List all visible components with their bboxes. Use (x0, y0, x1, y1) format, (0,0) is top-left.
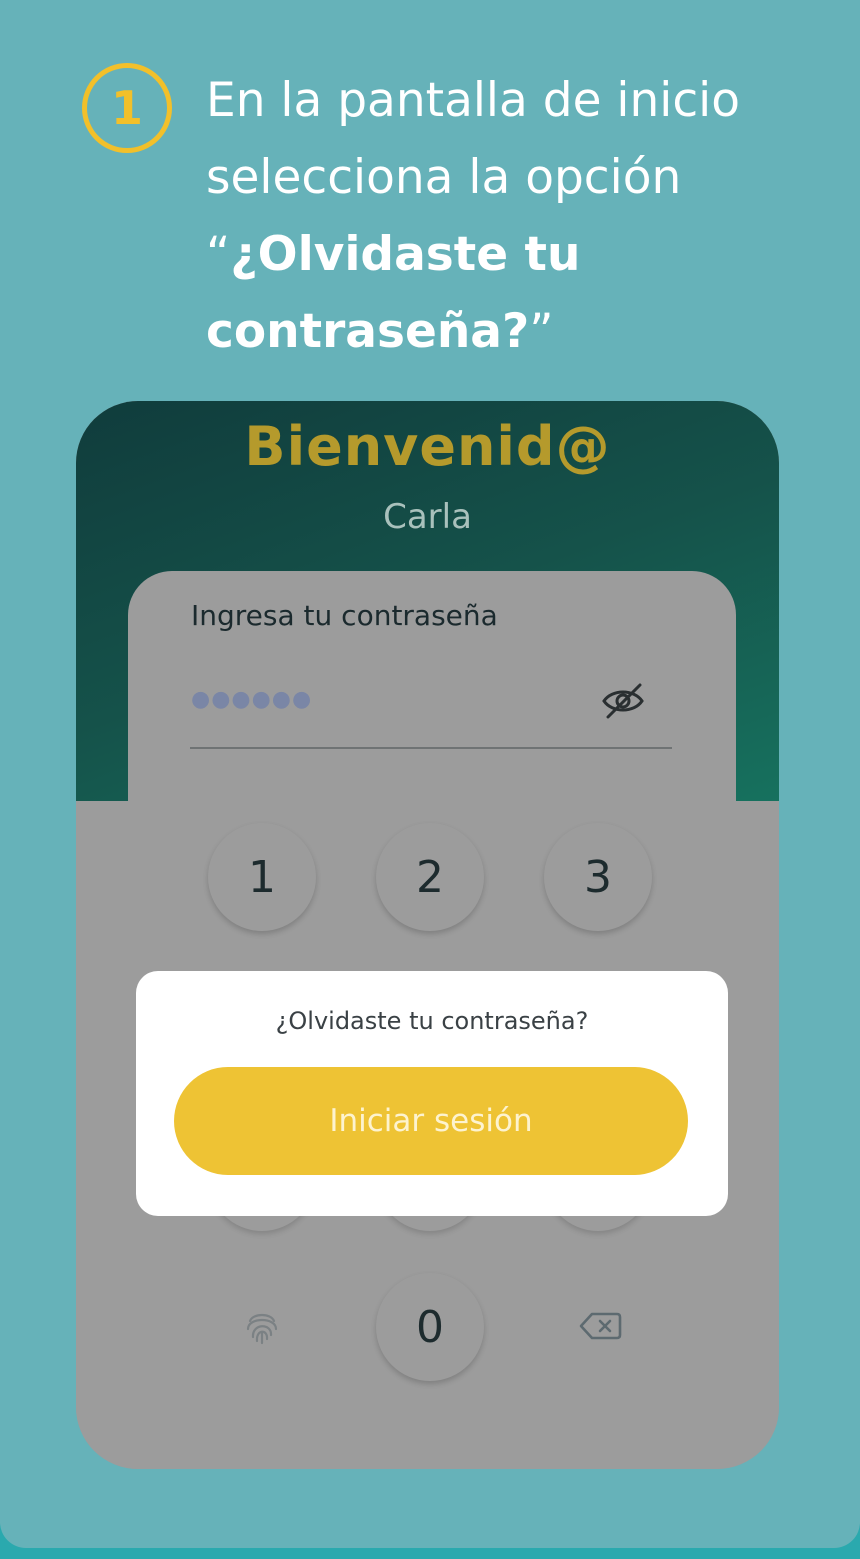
password-underline (190, 747, 672, 749)
step-number: 1 (110, 81, 143, 135)
instruction-text: En la pantalla de inicio selecciona la o… (206, 62, 826, 370)
key-1-label: 1 (248, 851, 276, 903)
password-label: Ingresa tu contraseña (191, 599, 498, 632)
login-button-label: Iniciar sesión (329, 1103, 533, 1139)
username: Carla (383, 497, 472, 537)
instruction-card: 1 En la pantalla de inicio selecciona la… (0, 0, 860, 1548)
fingerprint-icon[interactable] (242, 1307, 282, 1347)
instruction-text-bold: ¿Olvidaste tu contraseña? (206, 227, 581, 359)
instruction-text-part2: ” (529, 304, 554, 359)
key-3[interactable]: 3 (544, 823, 652, 931)
step-number-badge: 1 (82, 63, 172, 153)
key-2[interactable]: 2 (376, 823, 484, 931)
password-input[interactable]: ●●●●●● (191, 687, 312, 712)
forgot-password-link[interactable]: ¿Olvidaste tu contraseña? (136, 1007, 728, 1035)
forgot-password-modal: ¿Olvidaste tu contraseña? Iniciar sesión (136, 971, 728, 1216)
key-2-label: 2 (416, 851, 444, 903)
key-0-label: 0 (416, 1301, 444, 1353)
welcome-title: Bienvenid@ (244, 415, 611, 478)
key-0[interactable]: 0 (376, 1273, 484, 1381)
key-3-label: 3 (584, 851, 612, 903)
key-1[interactable]: 1 (208, 823, 316, 931)
eye-off-icon[interactable] (600, 683, 646, 719)
login-button[interactable]: Iniciar sesión (174, 1067, 688, 1175)
phone-screenshot: Bienvenid@ Carla Ingresa tu contraseña ●… (76, 401, 779, 1469)
backspace-icon[interactable] (578, 1311, 622, 1341)
